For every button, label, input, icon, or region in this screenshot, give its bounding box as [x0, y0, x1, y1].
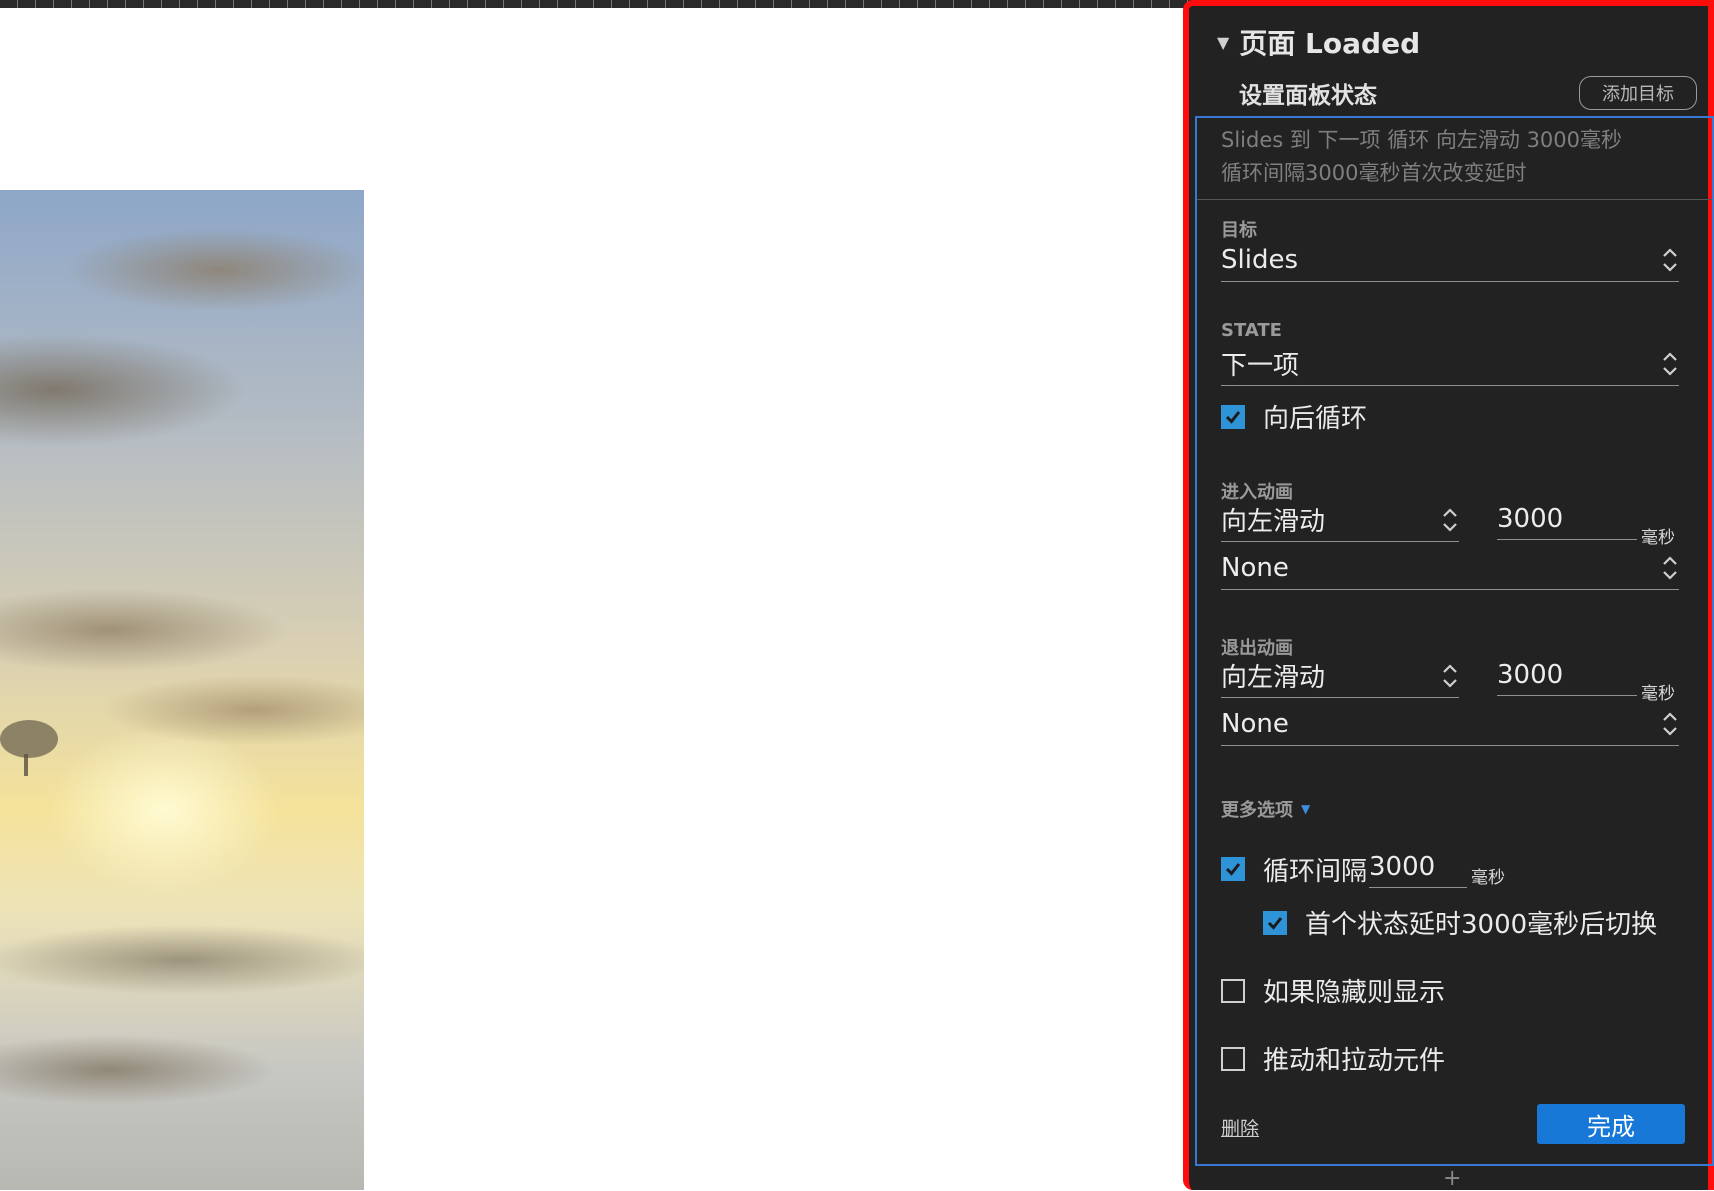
chevron-up-down-icon: [1663, 555, 1677, 580]
action-title: 设置面板状态: [1239, 83, 1377, 109]
loop-interval-option[interactable]: 循环间隔 3000 毫秒: [1221, 850, 1505, 888]
interaction-panel: ▼ 页面 Loaded 设置面板状态 添加目标 Slides 到 下一项 循环 …: [1183, 0, 1714, 1191]
enter-animation-value: 向左滑动: [1221, 507, 1326, 537]
enter-duration-input[interactable]: 3000: [1497, 498, 1637, 540]
show-if-hidden-option[interactable]: 如果隐藏则显示: [1221, 972, 1445, 1009]
push-pull-option[interactable]: 推动和拉动元件: [1221, 1040, 1445, 1077]
loop-interval-input[interactable]: 3000: [1369, 850, 1468, 888]
target-value: Slides: [1221, 244, 1298, 275]
state-label: STATE: [1221, 320, 1282, 341]
loop-back-checkbox[interactable]: [1221, 404, 1245, 429]
exit-duration-input[interactable]: 3000: [1497, 654, 1637, 696]
loop-back-option[interactable]: 向后循环: [1221, 398, 1367, 435]
show-if-hidden-checkbox[interactable]: [1221, 978, 1245, 1003]
loop-interval-label: 循环间隔: [1263, 856, 1368, 887]
tree-silhouette: [0, 720, 58, 780]
state-select[interactable]: 下一项: [1221, 342, 1679, 386]
add-action-plus-icon[interactable]: +: [1443, 1166, 1461, 1191]
exit-easing-select[interactable]: None: [1221, 702, 1679, 746]
enter-animation-select[interactable]: 向左滑动: [1221, 498, 1459, 542]
triangle-down-icon: ▼: [1301, 802, 1311, 816]
checkmark-icon: [1225, 410, 1241, 424]
delete-link[interactable]: 删除: [1221, 1114, 1259, 1141]
summary-line-2: 循环间隔3000毫秒首次改变延时: [1221, 161, 1527, 185]
more-options-toggle[interactable]: 更多选项 ▼: [1221, 796, 1310, 822]
collapse-triangle-icon[interactable]: ▼: [1217, 33, 1229, 52]
chevron-up-down-icon: [1663, 247, 1677, 272]
push-pull-checkbox[interactable]: [1221, 1046, 1245, 1071]
enter-easing-value: None: [1221, 552, 1289, 583]
exit-animation-select[interactable]: 向左滑动: [1221, 654, 1459, 698]
checkmark-icon: [1267, 916, 1283, 930]
loop-back-label: 向后循环: [1263, 404, 1368, 434]
exit-animation-value: 向左滑动: [1221, 663, 1326, 693]
chevron-up-down-icon: [1443, 507, 1457, 532]
show-if-hidden-label: 如果隐藏则显示: [1263, 978, 1446, 1008]
loop-interval-checkbox[interactable]: [1221, 857, 1245, 881]
push-pull-label: 推动和拉动元件: [1263, 1046, 1446, 1076]
state-value: 下一项: [1221, 351, 1300, 381]
chevron-up-down-icon: [1663, 711, 1677, 736]
first-delay-checkbox[interactable]: [1263, 910, 1287, 935]
summary-line-1: Slides 到 下一项 循环 向左滑动 3000毫秒: [1221, 128, 1623, 152]
action-summary[interactable]: Slides 到 下一项 循环 向左滑动 3000毫秒 循环间隔3000毫秒首次…: [1197, 118, 1712, 200]
first-delay-label: 首个状态延时3000毫秒后切换: [1305, 910, 1658, 940]
checkmark-icon: [1225, 863, 1241, 876]
chevron-up-down-icon: [1663, 351, 1677, 376]
action-title-row: 设置面板状态 添加目标: [1239, 76, 1697, 110]
action-editor: Slides 到 下一项 循环 向左滑动 3000毫秒 循环间隔3000毫秒首次…: [1195, 116, 1714, 1166]
exit-easing-value: None: [1221, 708, 1289, 739]
chevron-up-down-icon: [1443, 663, 1457, 688]
more-options-label: 更多选项: [1221, 800, 1293, 821]
exit-duration-unit: 毫秒: [1641, 684, 1675, 704]
event-title: 页面 Loaded: [1239, 27, 1421, 60]
loop-interval-unit: 毫秒: [1471, 867, 1506, 888]
done-button[interactable]: 完成: [1537, 1104, 1685, 1144]
add-target-button[interactable]: 添加目标: [1579, 76, 1697, 110]
event-header[interactable]: ▼ 页面 Loaded: [1217, 24, 1420, 60]
first-delay-option[interactable]: 首个状态延时3000毫秒后切换: [1263, 904, 1657, 941]
target-select[interactable]: Slides: [1221, 238, 1679, 282]
enter-duration-unit: 毫秒: [1641, 528, 1675, 548]
canvas-sky-image[interactable]: [0, 190, 364, 1190]
enter-easing-select[interactable]: None: [1221, 546, 1679, 590]
